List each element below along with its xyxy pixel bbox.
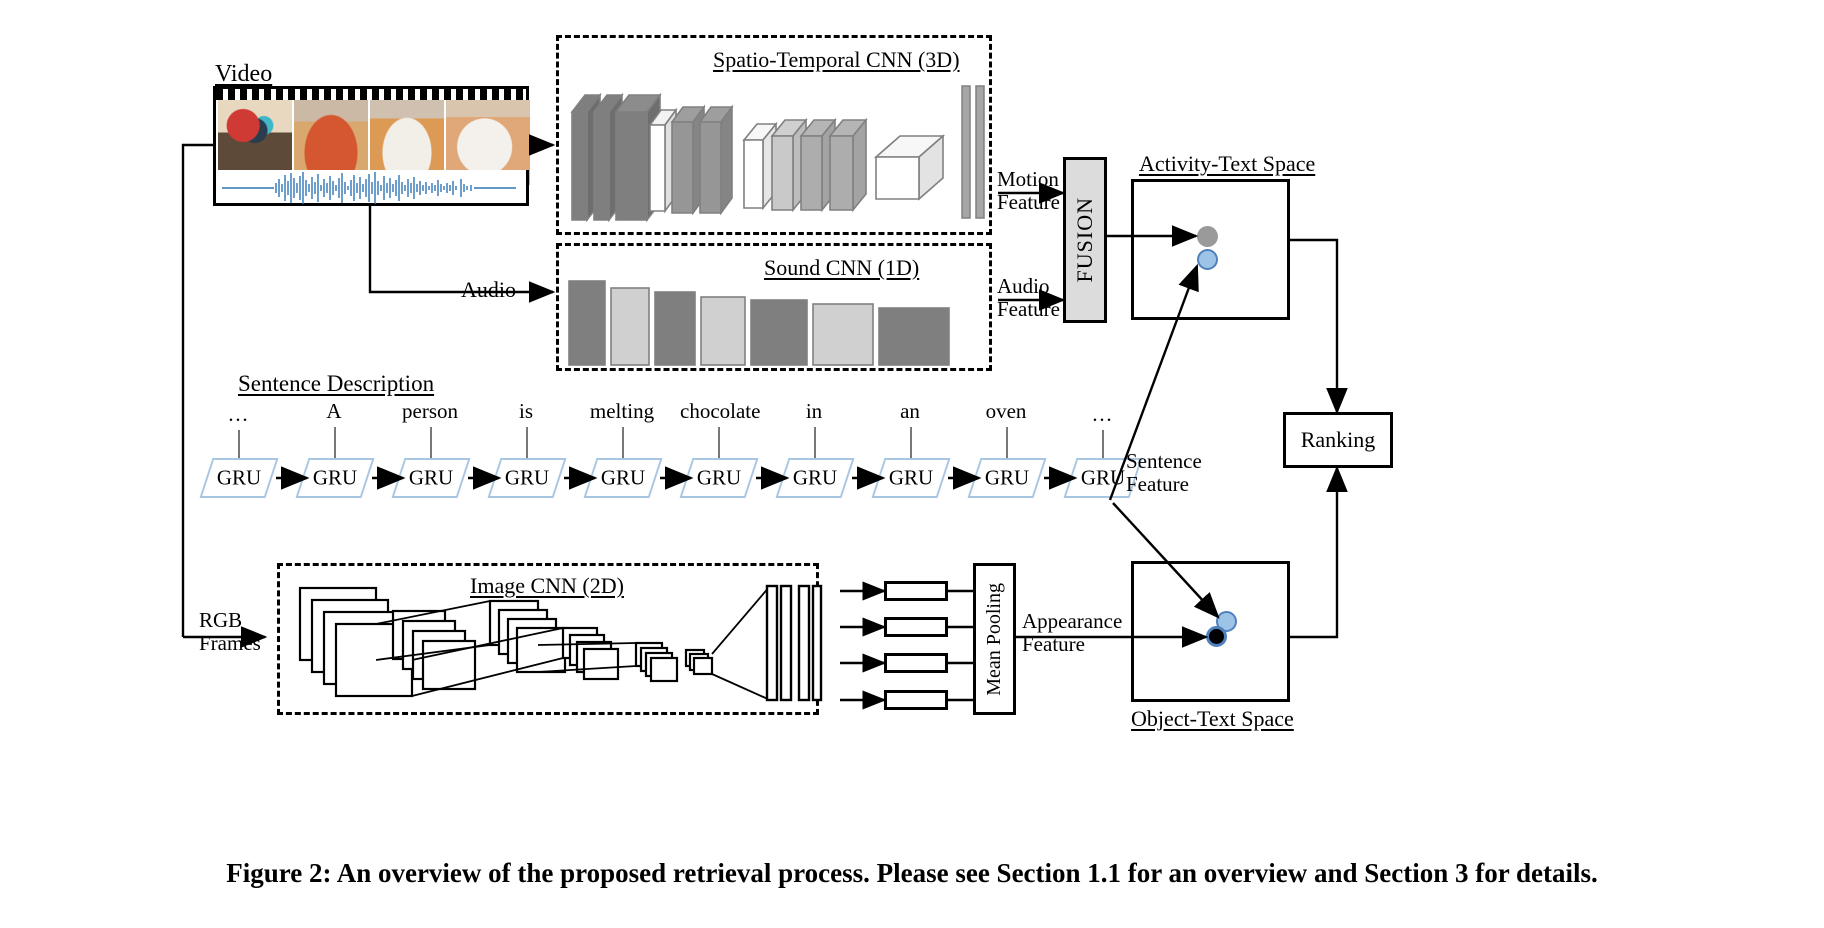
sentence-word-7: an [900,399,920,423]
fusion-label: FUSION [1072,197,1097,283]
feature-vector-2 [884,617,948,637]
activity-sentence-feature-dot [1197,249,1218,270]
fusion-module: FUSION [1063,157,1107,323]
sentence-word-5: chocolate [680,399,761,423]
sentence-word-1: A [326,399,342,423]
image-cnn-label: Image CNN (2D) [470,573,624,598]
appearance-feature-label: Appearance Feature [1022,610,1122,655]
video-label: Video [215,61,273,87]
sentence-description-label: Sentence Description [238,371,435,396]
rgb-frames-label: RGB Frames [199,609,261,654]
object-appearance-feature-dot [1206,626,1227,647]
gru-cell-label-6: GRU [792,465,838,490]
gru-cell-label-8: GRU [984,465,1030,490]
audio-feature-line1: Audio [997,274,1050,298]
sentence-feature-line2: Feature [1126,471,1189,496]
gru-cell-label-1: GRU [312,465,358,490]
gru-cell-label-7: GRU [888,465,934,490]
audio-input-label: Audio [461,277,516,302]
audio-feature-line2: Feature [997,296,1060,321]
ranking-label: Ranking [1300,427,1376,452]
sentence-feature-label: Sentence Feature [1126,450,1202,495]
feature-vector-4 [884,690,948,710]
sentence-word-8: oven [985,399,1027,423]
mean-pooling-label: Mean Pooling [983,582,1005,696]
audio-waveform-panel [213,170,529,206]
sentence-word-2: person [402,399,458,423]
sentence-word-4: melting [589,399,655,423]
object-text-space-label: Object-Text Space [1131,706,1294,731]
sentence-word-3: is [518,399,533,423]
appearance-feature-line2: Feature [1022,631,1085,656]
rgb-label-line2: Frames [199,630,261,655]
audio-feature-label: Audio Feature [997,275,1060,320]
activity-fused-feature-dot [1197,226,1218,247]
sentence-word-9: … [1091,402,1113,426]
sound-cnn-label: Sound CNN (1D) [764,255,920,280]
gru-cell-label-5: GRU [696,465,742,490]
gru-cell-label-2: GRU [408,465,454,490]
motion-feature-line2: Feature [997,189,1060,214]
rgb-label-line1: RGB [199,608,243,632]
feature-vector-1 [884,581,948,601]
mean-pooling-module: Mean Pooling [973,563,1016,715]
spatio-temporal-cnn-label: Spatio-Temporal CNN (3D) [713,47,960,72]
sentence-feature-line1: Sentence [1126,449,1202,473]
gru-cell-label-0: GRU [216,465,262,490]
filmstrip-perforation-top [216,89,526,100]
sentence-word-6: in [805,399,823,423]
sentence-word-0: … [227,402,249,426]
figure-caption: Figure 2: An overview of the proposed re… [226,858,1598,888]
gru-cell-label-4: GRU [600,465,646,490]
appearance-feature-line1: Appearance [1022,609,1123,633]
gru-cell-label-3: GRU [504,465,550,490]
waveform-icon [222,172,516,204]
motion-feature-label: Motion Feature [997,168,1060,213]
activity-text-space-label: Activity-Text Space [1139,151,1316,176]
ranking-module: Ranking [1283,412,1393,468]
motion-feature-line1: Motion [997,167,1059,191]
feature-vector-3 [884,653,948,673]
